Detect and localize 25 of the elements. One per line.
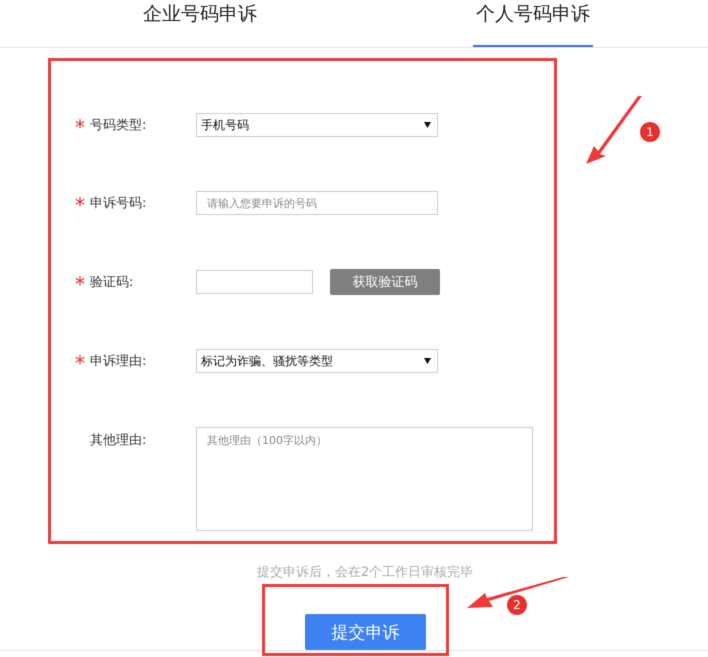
arrow-icon: [586, 96, 644, 164]
field-label: 申诉号码:: [90, 195, 146, 212]
field-label: 号码类型:: [90, 117, 146, 134]
caret-icon: [424, 122, 431, 128]
caret-icon: [424, 358, 431, 364]
field-label: 申诉理由:: [90, 353, 146, 370]
required-mark: *: [75, 114, 86, 137]
get-code-button[interactable]: 获取验证码: [330, 269, 440, 295]
step-badge: 1: [640, 122, 660, 142]
submit-button[interactable]: 提交申诉: [305, 614, 426, 650]
tab[interactable]: 个人号码申诉: [473, 0, 593, 47]
dropdown[interactable]: 手机号码: [196, 113, 438, 137]
field-label: 其他理由:: [90, 432, 146, 449]
tab[interactable]: 企业号码申诉: [140, 0, 260, 47]
dropdown[interactable]: 标记为诈骗、骚扰等类型: [196, 349, 438, 373]
input-field[interactable]: [196, 270, 313, 294]
hint-text: 提交申诉后，会在2个工作日审核完毕: [256, 564, 474, 581]
field-label: 验证码:: [90, 274, 134, 291]
step-badge: 2: [507, 595, 527, 615]
arrow-icon: [467, 577, 569, 610]
required-mark: *: [75, 192, 86, 215]
required-mark: *: [75, 350, 86, 373]
required-mark: *: [75, 271, 86, 294]
input-field[interactable]: 请输入您要申诉的号码: [196, 191, 438, 215]
text-area[interactable]: 其他理由（100字以内）: [196, 427, 533, 531]
